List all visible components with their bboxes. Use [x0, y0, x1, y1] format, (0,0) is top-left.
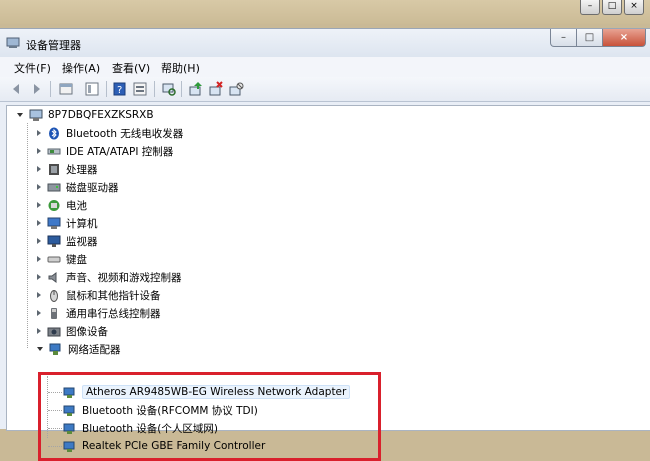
- keyboard-icon: [47, 256, 61, 262]
- expand-arrow-icon[interactable]: [37, 310, 41, 316]
- usb-icon: [51, 307, 57, 319]
- category-label: 图像设备: [66, 325, 108, 338]
- speaker-icon: [48, 271, 57, 283]
- category-label: 磁盘驱动器: [66, 181, 119, 194]
- background-window-controls: – □ ×: [580, 0, 644, 15]
- menu-file[interactable]: 文件(F): [14, 60, 51, 76]
- expand-arrow-icon[interactable]: [37, 220, 41, 226]
- window-controls: – □ ×: [550, 29, 646, 47]
- expand-arrow-icon[interactable]: [37, 166, 41, 172]
- svg-text:?: ?: [117, 85, 122, 96]
- category-label: 键盘: [66, 253, 87, 266]
- category-ide-ata[interactable]: IDE ATA/ATAPI 控制器: [37, 143, 173, 159]
- show-hide-tree-icon[interactable]: [84, 81, 100, 97]
- monitor-icon: [47, 235, 61, 247]
- network-adapter-icon: [49, 343, 61, 355]
- category-label: 鼠标和其他指针设备: [66, 289, 161, 302]
- category-label: 通用串行总线控制器: [66, 307, 161, 320]
- category-bluetooth-radio[interactable]: Bluetooth 无线电收发器: [37, 125, 183, 141]
- category-monitor[interactable]: 监视器: [37, 233, 98, 249]
- category-keyboard[interactable]: 键盘: [37, 251, 87, 267]
- ide-controller-icon: [47, 148, 61, 154]
- expand-arrow-icon[interactable]: [37, 274, 41, 280]
- device-manager-icon: [6, 37, 20, 48]
- category-disk-drives[interactable]: 磁盘驱动器: [37, 179, 119, 195]
- category-label: IDE ATA/ATAPI 控制器: [66, 145, 174, 158]
- window-title: 设备管理器: [26, 39, 81, 52]
- menu-view[interactable]: 查看(V): [112, 60, 150, 76]
- category-usb-controllers[interactable]: 通用串行总线控制器: [37, 305, 161, 321]
- title-bar: 设备管理器 – □ ×: [0, 29, 650, 57]
- background-close-button[interactable]: ×: [624, 0, 644, 15]
- collapse-arrow-icon[interactable]: [17, 113, 23, 117]
- expand-arrow-icon[interactable]: [37, 202, 41, 208]
- back-icon[interactable]: [9, 81, 25, 97]
- category-computer[interactable]: 计算机: [37, 215, 98, 231]
- expand-arrow-icon[interactable]: [37, 328, 41, 334]
- red-highlight-box: [38, 372, 381, 461]
- properties-icon[interactable]: [132, 81, 148, 97]
- category-processor[interactable]: 处理器: [37, 161, 98, 177]
- battery-icon: [48, 199, 60, 211]
- device-manager-window: 设备管理器 – □ × 文件(F) 操作(A) 查看(V) 帮助(H) ? 8P…: [0, 28, 650, 461]
- category-sound-video-game[interactable]: 声音、视频和游戏控制器: [37, 269, 182, 285]
- bluetooth-icon: [49, 127, 59, 139]
- category-label: 计算机: [66, 217, 98, 230]
- scan-hardware-icon[interactable]: [161, 81, 177, 97]
- expand-arrow-icon[interactable]: [37, 292, 41, 298]
- disk-drive-icon: [47, 183, 61, 191]
- computer-icon: [29, 109, 43, 121]
- category-mouse[interactable]: 鼠标和其他指针设备: [37, 287, 161, 303]
- minimize-button[interactable]: –: [550, 29, 577, 47]
- uninstall-icon[interactable]: [208, 81, 224, 97]
- background-maximize-button[interactable]: □: [602, 0, 622, 15]
- update-driver-icon[interactable]: [188, 81, 204, 97]
- menu-help[interactable]: 帮助(H): [161, 60, 200, 76]
- expand-arrow-icon[interactable]: [37, 184, 41, 190]
- background-minimize-button[interactable]: –: [580, 0, 600, 15]
- collapse-arrow-icon[interactable]: [37, 347, 43, 351]
- expand-arrow-icon[interactable]: [37, 148, 41, 154]
- category-label: 处理器: [66, 163, 98, 176]
- expand-arrow-icon[interactable]: [37, 130, 41, 136]
- up-icon[interactable]: [58, 81, 74, 97]
- category-network-adapters[interactable]: 网络适配器: [37, 341, 121, 357]
- processor-icon: [49, 163, 59, 175]
- close-button[interactable]: ×: [603, 29, 646, 47]
- category-label: 声音、视频和游戏控制器: [66, 271, 182, 284]
- category-imaging-devices[interactable]: 图像设备: [37, 323, 108, 339]
- mouse-icon: [50, 289, 58, 302]
- menu-action[interactable]: 操作(A): [62, 60, 100, 76]
- category-label: 监视器: [66, 235, 98, 248]
- expand-arrow-icon[interactable]: [37, 256, 41, 262]
- camera-icon: [47, 327, 61, 336]
- expand-arrow-icon[interactable]: [37, 238, 41, 244]
- disable-icon[interactable]: [228, 81, 244, 97]
- tree-root[interactable]: 8P7DBQFEXZKSRXB: [17, 107, 154, 123]
- help-icon[interactable]: ?: [112, 81, 128, 97]
- category-label: 电池: [66, 199, 87, 212]
- background-window-titlebar: – □ ×: [0, 0, 650, 24]
- category-battery[interactable]: 电池: [37, 197, 87, 213]
- category-label: 网络适配器: [68, 343, 121, 356]
- device-tree[interactable]: 8P7DBQFEXZKSRXB Bluetooth 无线电收发器 IDE ATA…: [6, 105, 650, 461]
- computer-icon: [47, 217, 61, 229]
- root-label: 8P7DBQFEXZKSRXB: [48, 109, 154, 121]
- menu-bar: 文件(F) 操作(A) 查看(V) 帮助(H): [0, 57, 650, 77]
- toolbar: ?: [0, 77, 650, 102]
- category-label: Bluetooth 无线电收发器: [66, 127, 184, 140]
- forward-icon[interactable]: [28, 81, 44, 97]
- maximize-button[interactable]: □: [577, 29, 603, 47]
